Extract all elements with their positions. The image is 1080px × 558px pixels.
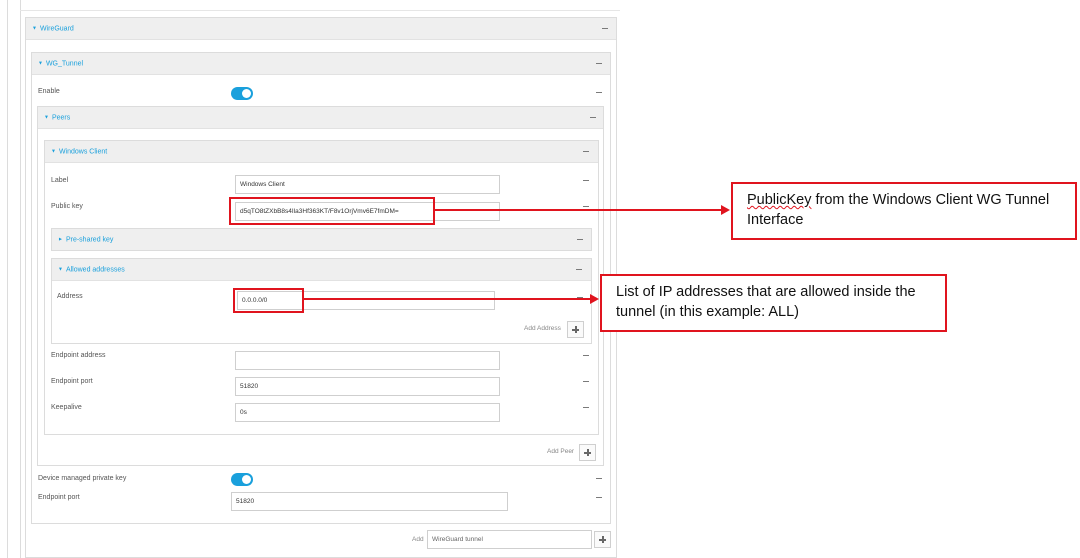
- peers-title[interactable]: ▼ Peers: [44, 114, 70, 121]
- keepalive-label: Keepalive: [51, 404, 82, 411]
- add-address-button[interactable]: [567, 321, 584, 338]
- caret-down-icon: ▼: [32, 25, 37, 31]
- remove-icon[interactable]: [583, 381, 589, 383]
- public-key-arrow-line: [435, 209, 722, 211]
- caret-down-icon: ▼: [51, 148, 56, 154]
- wireguard-title[interactable]: ▼ WireGuard: [32, 25, 74, 32]
- wireguard-header[interactable]: ▼ WireGuard: [26, 18, 616, 40]
- add-peer-label: Add Peer: [547, 448, 575, 455]
- remove-icon[interactable]: [583, 407, 589, 409]
- add-tunnel-label: Add: [412, 536, 424, 543]
- allowed-callout-text: List of IP addresses that are allowed in…: [616, 284, 916, 320]
- add-peer-button[interactable]: [579, 444, 596, 461]
- left-guide-line: [7, 0, 8, 558]
- publickey-word: PublicKey: [747, 192, 812, 208]
- caret-down-icon: ▼: [58, 266, 63, 272]
- tunnel-title[interactable]: ▼ WG_Tunnel: [38, 60, 83, 67]
- public-key-callout: PublicKey from the Windows Client WG Tun…: [731, 182, 1077, 240]
- allowed-callout: List of IP addresses that are allowed in…: [600, 274, 947, 332]
- label-label: Label: [51, 177, 69, 184]
- remove-icon[interactable]: [596, 497, 602, 499]
- peer-header[interactable]: ▼ Windows Client: [45, 141, 598, 163]
- enable-label: Enable: [38, 88, 60, 95]
- peer-endpoint-port-input[interactable]: 51820: [235, 377, 500, 396]
- tunnel-endpoint-port-input[interactable]: 51820: [231, 492, 508, 511]
- collapse-icon[interactable]: [602, 28, 608, 30]
- arrow-right-icon: [721, 205, 730, 215]
- preshared-header[interactable]: ► Pre-shared key: [51, 228, 592, 251]
- add-tunnel-input[interactable]: WireGuard tunnel: [427, 530, 592, 549]
- caret-down-icon: ▼: [38, 60, 43, 66]
- address-label: Address: [57, 293, 83, 300]
- peer-title[interactable]: ▼ Windows Client: [51, 148, 107, 155]
- remove-icon[interactable]: [583, 355, 589, 357]
- public-key-highlight: [229, 197, 435, 225]
- collapse-icon[interactable]: [596, 63, 602, 65]
- allowed-addresses-header[interactable]: ▼ Allowed addresses: [52, 259, 591, 281]
- caret-down-icon: ▼: [44, 114, 49, 120]
- add-address-label: Add Address: [524, 325, 561, 332]
- tunnel-endpoint-port-label: Endpoint port: [38, 494, 80, 501]
- peer-endpoint-port-label: Endpoint port: [51, 378, 93, 385]
- caret-right-icon: ►: [58, 236, 63, 242]
- endpoint-address-label: Endpoint address: [51, 352, 106, 359]
- collapse-icon[interactable]: [583, 151, 589, 153]
- collapse-icon[interactable]: [590, 117, 596, 119]
- public-key-label: Public key: [51, 203, 83, 210]
- enable-toggle[interactable]: [231, 87, 253, 100]
- remove-icon[interactable]: [596, 478, 602, 480]
- address-arrow-line: [304, 298, 591, 300]
- tunnel-header[interactable]: ▼ WG_Tunnel: [32, 53, 610, 75]
- arrow-right-icon: [590, 294, 599, 304]
- collapse-icon[interactable]: [577, 239, 583, 241]
- remove-icon[interactable]: [596, 92, 602, 94]
- add-tunnel-button[interactable]: [594, 531, 611, 548]
- collapse-icon[interactable]: [576, 269, 582, 271]
- endpoint-address-input[interactable]: [235, 351, 500, 370]
- remove-icon[interactable]: [583, 180, 589, 182]
- remove-icon[interactable]: [583, 206, 589, 208]
- keepalive-input[interactable]: 0s: [235, 403, 500, 422]
- allowed-addresses-title[interactable]: ▼ Allowed addresses: [58, 266, 125, 273]
- label-input[interactable]: Windows Client: [235, 175, 500, 194]
- top-divider: [20, 10, 620, 11]
- preshared-title[interactable]: ► Pre-shared key: [58, 236, 113, 243]
- left-guide-line-inner: [20, 0, 21, 558]
- device-key-toggle[interactable]: [231, 473, 253, 486]
- device-key-label: Device managed private key: [38, 475, 127, 482]
- address-highlight: [233, 288, 304, 313]
- peers-header[interactable]: ▼ Peers: [38, 107, 603, 129]
